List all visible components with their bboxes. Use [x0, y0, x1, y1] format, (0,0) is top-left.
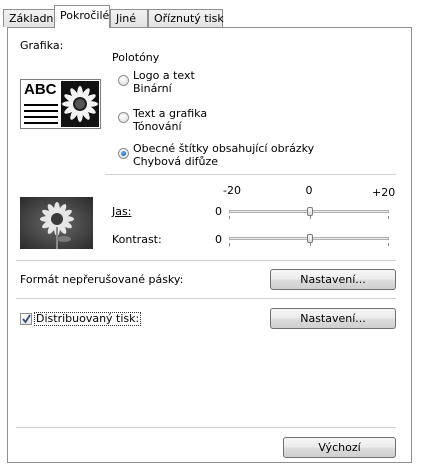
sunflower-photo-icon — [20, 197, 93, 249]
contrast-tick — [229, 243, 230, 246]
tape-format-label: Formát nepřerušované pásky: — [20, 273, 184, 286]
radio-logo-text[interactable] — [118, 75, 129, 86]
contrast-tick — [310, 243, 311, 246]
option-general-labels-line2: Chybová difůze — [133, 155, 219, 168]
brightness-tick — [388, 216, 389, 219]
brightness-label-text: Jas: — [112, 205, 132, 218]
tab-advanced[interactable]: Pokročilé — [54, 5, 110, 28]
option-logo-text-label: Logo a text Binární — [133, 69, 195, 95]
separator — [16, 298, 396, 299]
radio-general-labels-images[interactable] — [118, 148, 129, 159]
brightness-tick — [310, 216, 311, 219]
contrast-label: Kontrast: — [112, 233, 162, 246]
option-text-graphics-line1: Text a grafika — [133, 107, 208, 120]
distributed-print-label[interactable]: Distribuovaný tisk: — [34, 312, 142, 326]
tab-advanced-label: Pokročilé — [60, 9, 110, 22]
tab-trimmed-print[interactable]: Oříznutý tisk — [148, 9, 224, 27]
tape-format-settings-button[interactable]: Nastavení... — [270, 269, 396, 290]
separator — [16, 260, 396, 261]
tab-other-label: Jiné — [116, 12, 137, 25]
option-logo-text-line2: Binární — [133, 82, 172, 95]
halftone-preview-image: ABC — [20, 79, 101, 129]
preview-line — [24, 122, 58, 124]
separator — [16, 427, 396, 428]
preview-abc-text: ABC — [24, 81, 57, 98]
contrast-slider-thumb[interactable] — [307, 234, 313, 243]
brightness-label: Jas: — [112, 205, 131, 218]
contrast-tick — [388, 243, 389, 246]
tab-trimmed-print-label: Oříznutý tisk — [154, 12, 224, 25]
option-logo-text-line1: Logo a text — [133, 69, 195, 82]
preview-line — [24, 104, 58, 106]
contrast-label-text: Kontrast: — [112, 233, 162, 246]
default-button[interactable]: Výchozí — [283, 437, 396, 458]
distributed-print-checkbox[interactable] — [20, 313, 32, 325]
distributed-print-settings-button[interactable]: Nastavení... — [270, 308, 396, 329]
option-general-labels-label: Obecné štítky obsahující obrázky Chybová… — [133, 142, 314, 168]
halftone-label: Polotóny — [112, 51, 160, 64]
option-general-labels-line1: Obecné štítky obsahující obrázky — [133, 142, 315, 155]
option-text-graphics-line2: Tónování — [133, 120, 182, 133]
sunflower-halftone-icon — [61, 81, 99, 127]
tab-other[interactable]: Jiné — [110, 9, 148, 27]
brightness-tick — [229, 216, 230, 219]
radio-text-graphics[interactable] — [118, 112, 129, 123]
contrast-value: 0 — [215, 233, 222, 246]
scale-max-label: +20 — [372, 186, 396, 199]
preview-line — [24, 116, 58, 118]
brightness-slider-thumb[interactable] — [307, 207, 313, 216]
tab-basic[interactable]: Základní — [3, 9, 57, 27]
preview-line — [24, 110, 58, 112]
option-text-graphics-label: Text a grafika Tónování — [133, 107, 207, 133]
scale-min-label: -20 — [223, 184, 241, 197]
separator — [105, 174, 396, 175]
graphics-label: Grafika: — [20, 39, 64, 52]
checkmark-icon — [22, 314, 31, 324]
tab-basic-label: Základní — [9, 12, 57, 25]
scale-mid-label: 0 — [305, 184, 313, 197]
brightness-value: 0 — [215, 205, 222, 218]
